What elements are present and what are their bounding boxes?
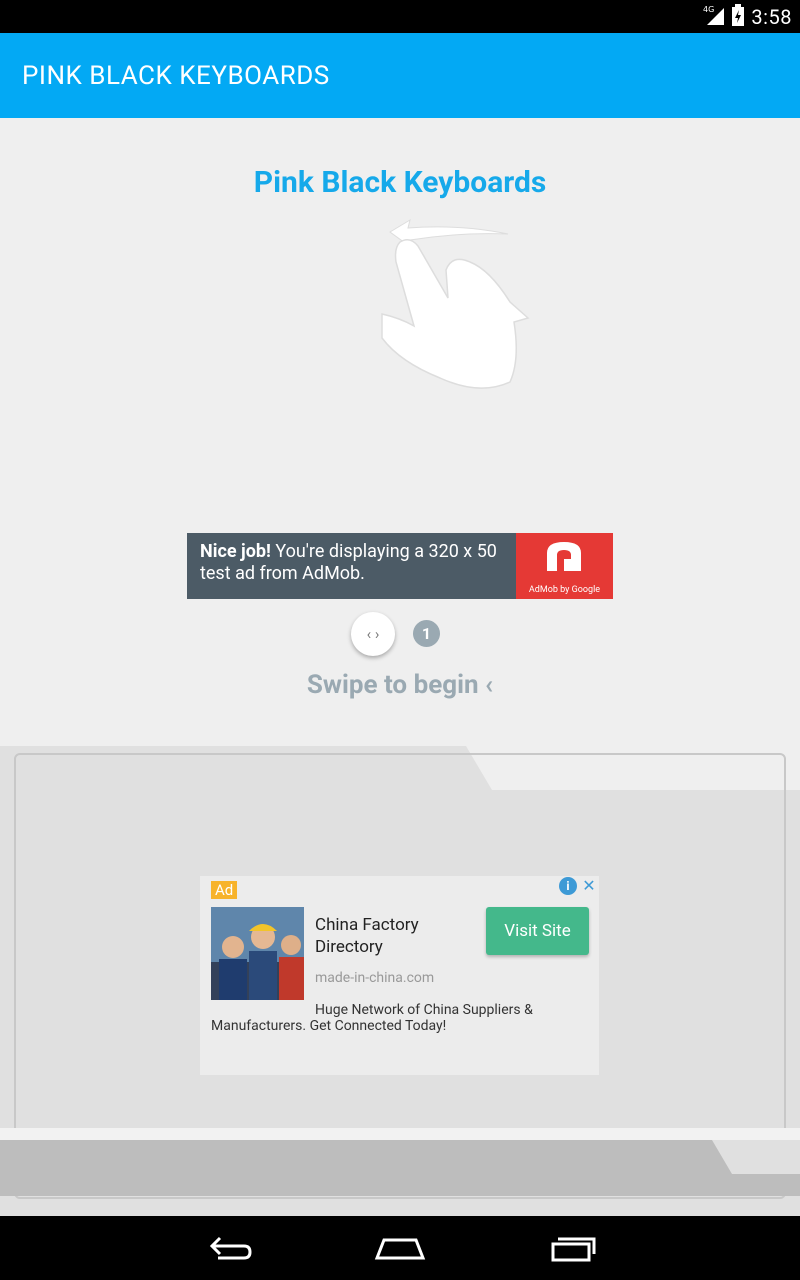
chevron-left-icon: ‹ xyxy=(485,670,494,700)
app-bar: PINK BLACK KEYBOARDS xyxy=(0,33,800,118)
ad-domain: made-in-china.com xyxy=(315,970,435,986)
app-title: PINK BLACK KEYBOARDS xyxy=(22,61,330,91)
signal-icon: 4G xyxy=(703,4,725,30)
keyboard-strip xyxy=(0,1128,800,1140)
left-right-arrows-icon: ‹ › xyxy=(366,625,380,643)
page-heading: Pink Black Keyboards xyxy=(253,165,547,200)
admob-logo: AdMob by Google xyxy=(516,533,613,599)
back-icon xyxy=(209,1236,252,1260)
keyboard-bottom-bar xyxy=(0,1140,800,1196)
home-button[interactable] xyxy=(370,1228,430,1268)
swipe-hint: Swipe to begin ‹ xyxy=(0,670,800,700)
back-button[interactable] xyxy=(200,1228,260,1268)
battery-icon xyxy=(731,3,745,30)
ad-image[interactable] xyxy=(211,907,304,1000)
clock: 3:58 xyxy=(751,4,792,29)
admob-banner-text: Nice job! You're displaying a 320 x 50 t… xyxy=(187,533,516,599)
ad-info-icon[interactable]: i xyxy=(559,877,577,895)
admob-logo-icon xyxy=(547,542,581,571)
recent-apps-button[interactable] xyxy=(542,1228,602,1268)
swipe-hint-text: Swipe to begin xyxy=(306,670,479,700)
admob-banner-bold: Nice job! xyxy=(200,541,271,562)
recent-apps-icon xyxy=(551,1237,596,1262)
ad-description: Huge Network of China Suppliers & Manufa… xyxy=(211,1002,533,1034)
admob-banner[interactable]: Nice job! You're displaying a 320 x 50 t… xyxy=(187,533,613,599)
bottom-tab-decoration xyxy=(712,1140,800,1174)
page-indicator: 1 xyxy=(413,620,440,647)
status-bar: 4G 3:58 xyxy=(0,0,800,33)
swipe-hand-icon xyxy=(370,210,540,404)
home-icon xyxy=(374,1238,426,1260)
admob-logo-caption: AdMob by Google xyxy=(528,585,601,595)
status-icons: 4G 3:58 xyxy=(703,0,792,33)
navigation-bar xyxy=(0,1216,800,1280)
native-ad[interactable]: Ad i ✕ China Factory Directory made-in-c… xyxy=(200,876,599,1075)
swipe-navigation-button[interactable]: ‹ › xyxy=(351,612,395,656)
ad-badge: Ad xyxy=(211,881,238,899)
ad-title[interactable]: China Factory Directory xyxy=(315,914,465,958)
ad-close-icon[interactable]: ✕ xyxy=(580,877,598,895)
visit-site-button[interactable]: Visit Site xyxy=(486,907,589,955)
network-type-label: 4G xyxy=(703,5,714,14)
